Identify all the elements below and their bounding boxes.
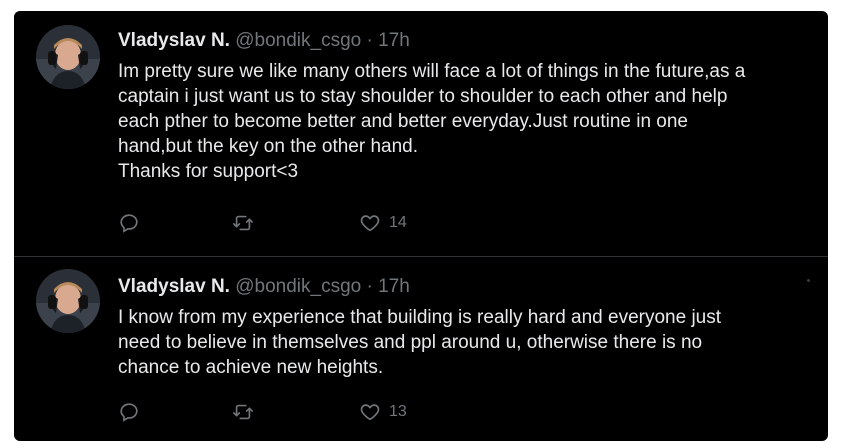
- tweet-text: Im pretty sure we like many others will …: [118, 59, 818, 184]
- tweet[interactable]: Vladyslav N. @bondik_csgo · 17h I know f…: [14, 257, 828, 441]
- tweet-line: I know from my experience that building …: [118, 307, 722, 328]
- tweet-line: Thanks for support<3: [118, 161, 299, 182]
- avatar[interactable]: [36, 25, 100, 89]
- author-name[interactable]: Vladyslav N.: [118, 276, 230, 297]
- tweet-line: chance to achieve new heights.: [118, 357, 384, 378]
- retweet-button[interactable]: [232, 208, 254, 238]
- separator-dot: ·: [366, 276, 373, 297]
- like-count: 14: [389, 214, 407, 231]
- tweet-actions: 13: [14, 397, 828, 427]
- retweet-button[interactable]: [232, 397, 254, 427]
- tweet-thread: Vladyslav N. @bondik_csgo · 17h Im prett…: [14, 11, 828, 441]
- like-button[interactable]: 14: [359, 208, 407, 238]
- tweet-line: hand,but the key on the other hand.: [118, 136, 419, 157]
- reply-icon: [120, 403, 138, 422]
- tweet-line: captain i just want us to stay shoulder …: [118, 86, 728, 107]
- tweet[interactable]: Vladyslav N. @bondik_csgo · 17h Im prett…: [14, 11, 828, 256]
- author-handle[interactable]: @bondik_csgo: [235, 276, 361, 297]
- retweet-icon: [233, 404, 253, 420]
- separator-dot: ·: [366, 30, 373, 51]
- tweet-line: need to believe in themselves and ppl ar…: [118, 332, 703, 353]
- more-options-icon[interactable]: [807, 279, 810, 282]
- author-handle[interactable]: @bondik_csgo: [235, 30, 361, 51]
- heart-icon: [360, 215, 380, 232]
- tweet-actions: 14: [14, 208, 828, 238]
- tweet-header: Vladyslav N. @bondik_csgo · 17h: [118, 275, 410, 299]
- tweet-line: each pther to become better and better e…: [118, 111, 688, 132]
- reply-icon: [120, 214, 138, 233]
- like-button[interactable]: 13: [359, 397, 407, 427]
- heart-icon: [360, 404, 380, 421]
- like-count: 13: [389, 403, 407, 420]
- retweet-icon: [233, 215, 253, 231]
- tweet-text: I know from my experience that building …: [118, 305, 818, 380]
- timestamp[interactable]: 17h: [378, 276, 410, 297]
- author-name[interactable]: Vladyslav N.: [118, 30, 230, 51]
- tweet-line: Im pretty sure we like many others will …: [118, 61, 746, 82]
- avatar[interactable]: [36, 269, 100, 333]
- timestamp[interactable]: 17h: [378, 30, 410, 51]
- tweet-header: Vladyslav N. @bondik_csgo · 17h: [118, 29, 410, 53]
- reply-button[interactable]: [118, 397, 140, 427]
- reply-button[interactable]: [118, 208, 140, 238]
